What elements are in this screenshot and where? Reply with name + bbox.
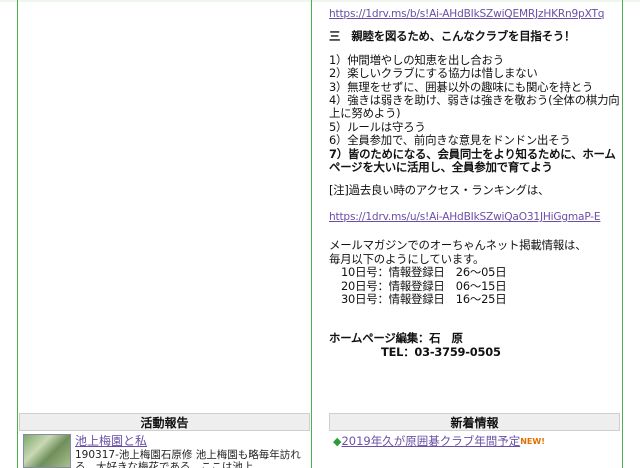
activity-report-title: 活動報告 — [19, 413, 310, 431]
onedrive-link-2[interactable]: https://1drv.ms/u/s!Ai-AHdBIkSZwiQaO31JH… — [329, 211, 625, 223]
homepage-editor: ホームページ編集：石 原 — [329, 331, 463, 346]
access-ranking-note: [注]過去良い時のアクセス・ランキングは、 — [329, 183, 550, 198]
list-item: 7）皆のためになる、会員同士をより知るために、ホームページを大いに活用し、全員参… — [329, 146, 616, 175]
list-item: 4）強きは弱きを助け、弱きは強きを敬おう(全体の棋力向上に努めよう) — [329, 93, 620, 121]
list-item: 2）楽しいクラブにする協力は惜しまない — [329, 66, 538, 81]
report-article-link[interactable]: 池上梅園と私 — [75, 434, 147, 448]
top-edge-strip — [0, 0, 640, 2]
list-item: 6）全員参加で、前向きな意見をドンドン出そう — [329, 133, 571, 148]
activity-report-entry: 池上梅園と私 190317-池上梅園石原修 池上梅園も略毎年訪れる。大好きな梅花… — [23, 434, 308, 468]
main-content: https://1drv.ms/b/s!Ai-AHdBIkSZwiQEMRJzH… — [329, 8, 625, 359]
magazine-info-line-1: メールマガジンでのオーちゃんネット掲載情報は、 — [329, 238, 587, 253]
onedrive-link-1[interactable]: https://1drv.ms/b/s!Ai-AHdBIkSZwiQEMRJzH… — [329, 8, 625, 20]
issue-schedule-row: 20日号：情報登録日 06～15日 — [341, 278, 507, 293]
report-excerpt: 190317-池上梅園石原修 池上梅園も略毎年訪れる。大好きな梅花である。ここは… — [75, 449, 301, 468]
new-badge: NEW! — [520, 437, 545, 446]
news-title: 新着情報 — [329, 413, 620, 431]
contact-phone: TEL：03-3759-0505 — [381, 344, 501, 359]
list-item: 5）ルールは守ろう — [329, 119, 426, 134]
left-column-border — [17, 0, 18, 468]
left-column-right-border — [311, 0, 312, 468]
section-heading: 三 親睦を図るため、こんなクラブを目指そう！ — [329, 29, 576, 44]
list-item: 3）無理をせずに、囲碁以外の趣味にも関心を持とう — [329, 79, 594, 94]
issue-schedule-row: 30日号：情報登録日 16～25日 — [341, 291, 507, 306]
issue-schedule-row: 10日号：情報登録日 26～05日 — [341, 265, 507, 280]
news-article-link[interactable]: 2019年久が原囲碁クラブ年間予定 — [341, 434, 520, 448]
magazine-info-line-2: 毎月以下のようにしています。 — [329, 251, 485, 266]
list-item: 1）仲間増やしの知恵を出し合おう — [329, 52, 504, 67]
news-entry: ◆2019年久が原囲碁クラブ年間予定NEW! — [333, 434, 620, 449]
report-thumbnail-image[interactable] — [23, 434, 71, 468]
club-goals-list: 1）仲間増やしの知恵を出し合おう 2）楽しいクラブにする協力は惜しまない 3）無… — [329, 52, 625, 175]
